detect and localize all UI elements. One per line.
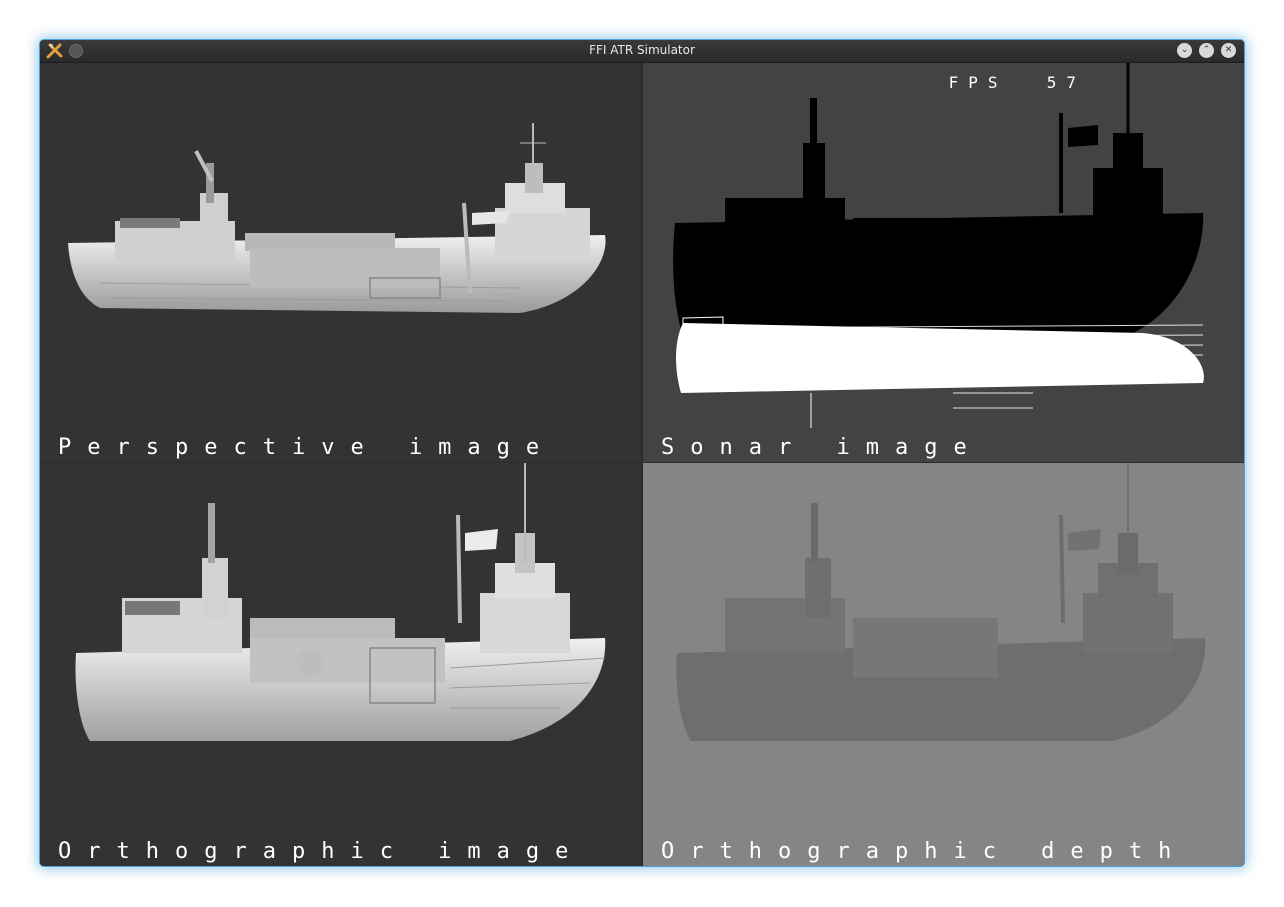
maximize-button[interactable]: ⌃ — [1199, 43, 1214, 58]
app-window: FFI ATR Simulator ⌄ ⌃ ✕ Perspective imag… — [40, 40, 1244, 866]
sonar-ship — [673, 63, 1204, 428]
perspective-ship — [68, 123, 606, 313]
perspective-label: Perspective image — [58, 435, 556, 460]
fps-label: FPS — [948, 73, 1008, 92]
orthographic-image-label: Orthographic image — [58, 839, 585, 864]
close-button[interactable]: ✕ — [1221, 43, 1236, 58]
orthographic-depth-viewport[interactable]: Orthographic depth — [643, 463, 1244, 866]
fps-counter: FPS 57 — [949, 73, 1086, 92]
sonar-label: Sonar image — [661, 435, 983, 460]
orthographic-image-viewport[interactable]: Orthographic image — [40, 463, 641, 866]
title-bar[interactable]: FFI ATR Simulator ⌄ ⌃ ✕ — [40, 40, 1244, 63]
sonar-viewport[interactable]: FPS 57 Sonar image — [643, 63, 1244, 462]
orthographic-ship — [75, 463, 606, 741]
depth-ship — [676, 463, 1206, 741]
minimize-button[interactable]: ⌄ — [1177, 43, 1192, 58]
fps-value: 57 — [1046, 73, 1086, 92]
window-title: FFI ATR Simulator — [589, 43, 695, 57]
orthographic-depth-label: Orthographic depth — [661, 839, 1188, 864]
perspective-viewport[interactable]: Perspective image — [40, 63, 641, 462]
